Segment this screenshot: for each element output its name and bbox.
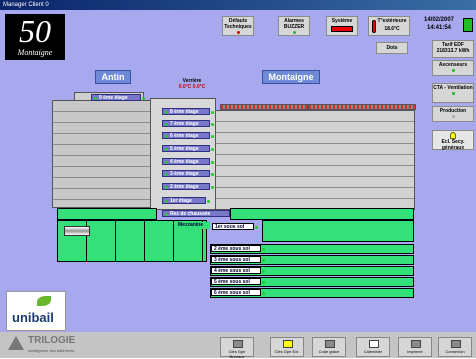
sous-sol-label-1[interactable]: 1er sous sol (212, 223, 258, 230)
unibail-name: unibail (12, 310, 54, 325)
unibail-logo: unibail (6, 291, 66, 331)
brand-number: 50 (19, 13, 51, 49)
trilogie-subtitle: Intelligence des bâtiments (28, 348, 75, 353)
footer-label: Imprimer (407, 349, 423, 354)
sous-sol-label-2[interactable]: 2 ème sous sol (211, 245, 265, 252)
floor-label-5[interactable]: 5 ème étage (162, 145, 214, 152)
status-led-icon (451, 92, 455, 95)
window-title: Manager Client 0 (3, 2, 49, 8)
cta-ventilation-button[interactable]: CTA - Ventilation (432, 83, 474, 103)
trilogie-name: TRILOGIE (28, 335, 76, 346)
cles-bureaux-button[interactable]: Clés Gpe Bureaux (220, 337, 254, 359)
footer-label: Clés Gpe Ext. (274, 349, 300, 354)
printer-icon (411, 340, 421, 348)
network-icon[interactable] (463, 18, 473, 32)
mezzanine-label[interactable]: Mezzanine (176, 222, 215, 229)
alarmes-button[interactable]: Alarmes BUZZER (278, 16, 310, 36)
imprimer-button[interactable]: Imprimer (398, 337, 432, 357)
alarm-led-icon (292, 31, 296, 34)
cles-ext-button[interactable]: Clés Gpe Ext. (270, 337, 304, 357)
calendrier-button[interactable]: Calendrier (356, 337, 390, 357)
eclairage-button[interactable]: Ecl. Secy. généraux (432, 130, 474, 151)
dots-button[interactable]: Dots (376, 42, 408, 54)
brand-name: Montaigne (17, 48, 53, 57)
tarif-value: 218313.7 kWh (436, 48, 470, 54)
eclairage-label: Ecl. Secy. généraux (441, 139, 465, 151)
key-icon (233, 340, 243, 348)
floor-label-1[interactable]: 1er étage (162, 197, 210, 204)
basement-zone-right[interactable] (262, 220, 414, 242)
trilogie-logo: TRILOGIE Intelligence des bâtiments (8, 334, 108, 356)
building-roof-hatch (220, 104, 308, 110)
production-label: Production (439, 108, 467, 114)
footer-label: Code grâce (318, 349, 340, 354)
ascenseurs-label: Ascenseurs (438, 62, 468, 68)
systeme-button[interactable]: Système (326, 16, 358, 36)
lock-icon (325, 340, 335, 348)
floor-label-7[interactable]: 7 ème étage (162, 120, 214, 127)
verriere-values: 0.0°C 0.0°C (178, 84, 206, 90)
systeme-label: Système (331, 18, 353, 24)
thermometer-icon (372, 20, 376, 33)
defauts-button[interactable]: Défauts Techniques (222, 16, 254, 36)
floor-label-9[interactable]: 9 ème étage (91, 94, 145, 101)
date-time-panel: 14/02/2007 14:41:54 (415, 16, 463, 38)
footer-label: Connexion (445, 349, 465, 354)
floor-label-3[interactable]: 3 ème étage (162, 170, 214, 177)
cta-label: CTA - Ventilation (433, 85, 473, 91)
system-status-bar (331, 26, 353, 32)
connexion-button[interactable]: Connexion (438, 337, 472, 357)
building-montaigne (215, 110, 415, 210)
sous-sol-label-5[interactable]: 5 ème sous sol (211, 278, 265, 285)
alarmes-label: Alarmes BUZZER (283, 18, 305, 30)
tarif-edf-panel[interactable]: Tarif EDF 218313.7 kWh (432, 40, 474, 58)
bulb-icon (283, 340, 293, 348)
floor-label-rdc[interactable]: Rez de chaussée (162, 210, 234, 217)
floor-label-4[interactable]: 4 ème étage (162, 158, 214, 165)
window-title-bar: Manager Client 0 (0, 0, 476, 10)
sous-sol-label-3[interactable]: 3 ème sous sol (211, 256, 265, 263)
ground-zone-right[interactable] (230, 208, 414, 220)
status-led-icon (451, 115, 455, 118)
brand-logo: 50 Montaigne (5, 14, 65, 60)
footer-label: Calendrier (363, 349, 383, 354)
floor-label-6[interactable]: 6 ème étage (162, 132, 214, 139)
building-label-antin: Antin (95, 70, 131, 84)
time-text: 14:41:54 (426, 25, 452, 31)
building-antin (52, 100, 154, 208)
dots-label: Dots (386, 45, 398, 51)
ground-zone-left[interactable] (57, 208, 157, 220)
pipe-graphic (64, 226, 90, 236)
status-led-icon (451, 69, 455, 72)
temperature-panel[interactable]: T°extérieure 18.6°C (368, 16, 410, 36)
sous-sol-label-6[interactable]: 6 ème sous sol (211, 289, 265, 296)
floor-label-8[interactable]: 8 ème étage (162, 108, 214, 115)
verriere-panel[interactable]: Verrière 0.0°C 0.0°C (168, 77, 216, 95)
building-roof-hatch (308, 104, 416, 110)
bulb-icon (450, 132, 456, 139)
date-text: 14/02/2007 (423, 17, 455, 23)
floor-label-2[interactable]: 2 ème étage (162, 183, 214, 190)
alarm-led-icon (236, 31, 240, 34)
trilogie-triangle-icon (8, 336, 24, 350)
ascenseurs-button[interactable]: Ascenseurs (432, 60, 474, 76)
connection-icon (451, 340, 461, 348)
unibail-leaf-icon (37, 296, 51, 306)
building-label-montaigne: Montaigne (262, 70, 320, 84)
production-button[interactable]: Production (432, 106, 474, 122)
code-grace-button[interactable]: Code grâce (312, 337, 346, 357)
calendar-icon (369, 340, 379, 348)
sous-sol-label-4[interactable]: 4 ème sous sol (211, 267, 265, 274)
defauts-label: Défauts Techniques (224, 18, 252, 30)
